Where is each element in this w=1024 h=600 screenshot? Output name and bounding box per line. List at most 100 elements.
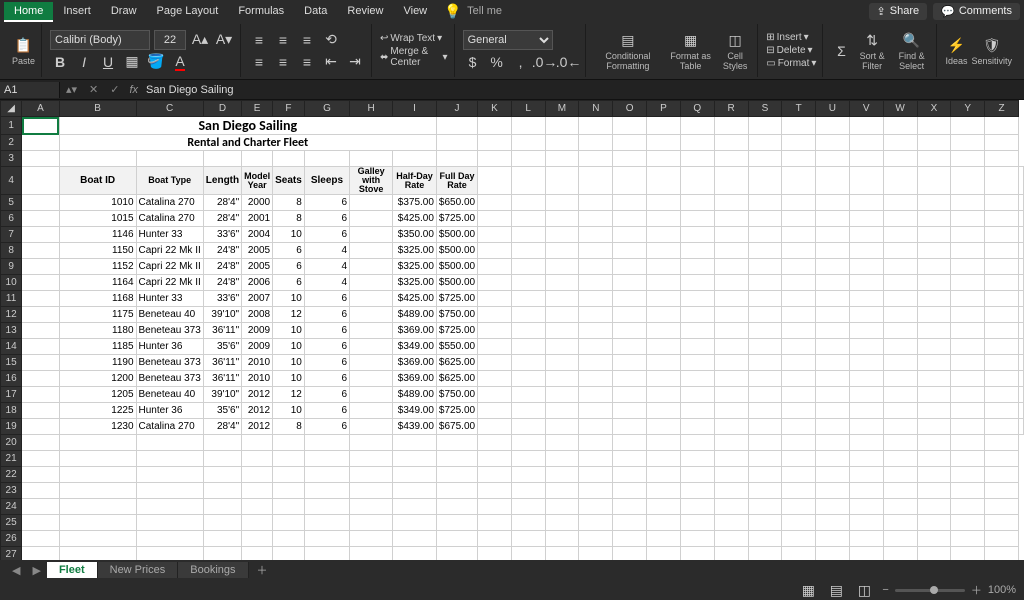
cell[interactable]: [714, 451, 748, 467]
cell[interactable]: 24'8": [203, 243, 241, 259]
cell[interactable]: $750.00: [436, 387, 477, 403]
cell[interactable]: [985, 483, 1019, 499]
cell[interactable]: [350, 291, 393, 307]
cell[interactable]: [545, 451, 579, 467]
row-header-14[interactable]: 14: [1, 339, 22, 355]
row-header-17[interactable]: 17: [1, 387, 22, 403]
cell[interactable]: 4: [304, 259, 349, 275]
cell[interactable]: 2010: [242, 371, 273, 387]
cell[interactable]: [203, 515, 241, 531]
col-header-Z[interactable]: Z: [985, 101, 1019, 117]
cell[interactable]: [917, 467, 951, 483]
cell[interactable]: [511, 515, 545, 531]
cell[interactable]: [22, 499, 59, 515]
cell[interactable]: [680, 515, 714, 531]
cell[interactable]: [647, 547, 681, 561]
cell-A1[interactable]: [22, 117, 59, 135]
cell[interactable]: [680, 499, 714, 515]
cell[interactable]: $489.00: [393, 387, 437, 403]
sheet-tab-fleet[interactable]: Fleet: [47, 562, 98, 578]
cell[interactable]: [350, 243, 393, 259]
ribbon-tab-draw[interactable]: Draw: [101, 2, 147, 20]
cell[interactable]: $425.00: [393, 211, 437, 227]
cell[interactable]: [714, 467, 748, 483]
cell[interactable]: $625.00: [436, 355, 477, 371]
row-header-13[interactable]: 13: [1, 323, 22, 339]
cell[interactable]: [242, 531, 273, 547]
cell[interactable]: [273, 515, 305, 531]
cell[interactable]: 1168: [59, 291, 136, 307]
zoom-out-button[interactable]: −: [882, 584, 888, 596]
cell[interactable]: [59, 483, 136, 499]
cell[interactable]: [203, 483, 241, 499]
cell[interactable]: $325.00: [393, 243, 437, 259]
cell[interactable]: [393, 515, 437, 531]
col-header-seats[interactable]: Seats: [273, 167, 305, 195]
sensitivity-button[interactable]: 🛡Sensitivity: [971, 35, 1012, 66]
cell[interactable]: [579, 467, 613, 483]
cell[interactable]: [242, 451, 273, 467]
share-button[interactable]: ⇪ Share: [869, 3, 928, 20]
formula-input[interactable]: San Diego Sailing: [142, 84, 237, 96]
cell[interactable]: [273, 483, 305, 499]
col-header-boat-type[interactable]: Boat Type: [136, 167, 203, 195]
cell[interactable]: 36'11": [203, 355, 241, 371]
cell[interactable]: [273, 435, 305, 451]
cell[interactable]: [917, 483, 951, 499]
cell[interactable]: [59, 451, 136, 467]
cell[interactable]: [350, 515, 393, 531]
cell[interactable]: [478, 435, 512, 451]
cell[interactable]: [393, 451, 437, 467]
cell[interactable]: [748, 435, 782, 451]
cell[interactable]: 6: [304, 419, 349, 435]
cell[interactable]: [680, 547, 714, 561]
col-header-T[interactable]: T: [782, 101, 816, 117]
cell[interactable]: [136, 499, 203, 515]
cell[interactable]: [478, 515, 512, 531]
indent-increase-icon[interactable]: ⇥: [345, 52, 365, 72]
cell[interactable]: $500.00: [436, 243, 477, 259]
col-header-S[interactable]: S: [748, 101, 782, 117]
align-bottom-icon[interactable]: ≡: [297, 30, 317, 50]
cell[interactable]: [782, 483, 816, 499]
cell[interactable]: [714, 515, 748, 531]
cell[interactable]: [647, 467, 681, 483]
cell[interactable]: [816, 151, 850, 167]
cell[interactable]: 1146: [59, 227, 136, 243]
cell[interactable]: $369.00: [393, 371, 437, 387]
cell[interactable]: [917, 547, 951, 561]
cell[interactable]: Hunter 33: [136, 227, 203, 243]
cell[interactable]: [748, 117, 782, 135]
cell[interactable]: 2001: [242, 211, 273, 227]
cell[interactable]: [748, 499, 782, 515]
conditional-formatting-button[interactable]: ▤Conditional Formatting: [594, 30, 663, 71]
row-header-6[interactable]: 6: [1, 211, 22, 227]
cell[interactable]: [985, 151, 1019, 167]
col-header-P[interactable]: P: [647, 101, 681, 117]
sort-filter-button[interactable]: ⇅Sort & Filter: [855, 30, 888, 71]
cell[interactable]: 1164: [59, 275, 136, 291]
cell[interactable]: 36'11": [203, 323, 241, 339]
cell[interactable]: [545, 515, 579, 531]
cell[interactable]: [816, 117, 850, 135]
cell[interactable]: [203, 435, 241, 451]
next-sheet-button[interactable]: ▶: [26, 564, 46, 577]
cell[interactable]: 6: [304, 227, 349, 243]
cell[interactable]: [203, 451, 241, 467]
cell[interactable]: 2010: [242, 355, 273, 371]
format-cells-button[interactable]: ▭ Format ▾: [766, 58, 816, 69]
cell[interactable]: [436, 435, 477, 451]
normal-view-icon[interactable]: ▦: [798, 580, 818, 600]
cell[interactable]: $349.00: [393, 339, 437, 355]
cell[interactable]: [951, 547, 985, 561]
cell[interactable]: $325.00: [393, 275, 437, 291]
underline-button[interactable]: U: [98, 52, 118, 72]
percent-icon[interactable]: %: [487, 52, 507, 72]
cell[interactable]: [350, 435, 393, 451]
ideas-button[interactable]: ⚡Ideas: [945, 35, 967, 66]
cell[interactable]: [680, 531, 714, 547]
col-header-L[interactable]: L: [511, 101, 545, 117]
cell[interactable]: [883, 499, 917, 515]
cell[interactable]: [647, 515, 681, 531]
cell[interactable]: [748, 151, 782, 167]
